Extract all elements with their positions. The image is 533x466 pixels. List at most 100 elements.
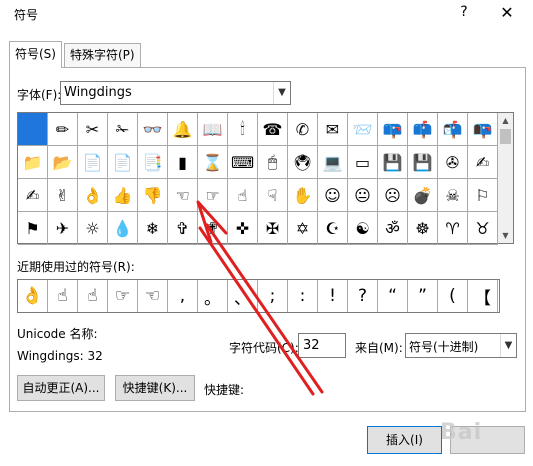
chevron-down-icon[interactable]: ▼ [273,82,290,104]
symbol-cell[interactable]: 📄 [78,146,108,179]
symbol-cell[interactable]: ✍ [18,179,48,212]
symbol-cell[interactable]: ✆ [288,113,318,146]
symbol-cell[interactable]: 📪 [378,113,408,146]
symbol-cell[interactable]: 📬 [438,113,468,146]
symbol-cell[interactable]: ॐ [378,212,408,245]
watermark-logo: Bai [440,420,483,445]
symbol-cell[interactable]: ✂ [78,113,108,146]
symbol-cell[interactable]: 💣 [408,179,438,212]
symbol-cell[interactable]: 📑 [138,146,168,179]
symbol-cell[interactable]: 📨 [348,113,378,146]
symbol-cell[interactable]: ☺ [318,179,348,212]
symbol-cell[interactable]: 💾 [408,146,438,179]
font-select[interactable]: Wingdings ▼ [60,81,291,105]
symbol-cell[interactable]: 📭 [468,113,498,146]
symbol-cell[interactable]: ❄ [138,212,168,245]
symbol-cell[interactable]: ♈ [438,212,468,245]
symbol-cell[interactable]: ♉ [468,212,498,245]
symbol-cell[interactable]: ☯ [348,212,378,245]
symbol-cell[interactable]: 💾 [378,146,408,179]
symbol-cell[interactable]: 🔔 [168,113,198,146]
from-select[interactable]: 符号(十进制) ▼ [405,333,517,358]
tab-special-characters[interactable]: 特殊字符(P) [64,43,141,67]
recent-symbol-cell[interactable]: ? [348,280,378,312]
symbol-cell[interactable]: ✈ [48,212,78,245]
symbol-cell[interactable]: 👎 [138,179,168,212]
symbol-cell[interactable]: ☞ [198,179,228,212]
symbol-cell[interactable]: ☪ [318,212,348,245]
symbol-grid-scrollbar[interactable]: ▲ ▼ [498,112,514,244]
close-button[interactable]: ✕ [496,3,518,25]
symbol-cell[interactable]: ☼ [78,212,108,245]
recent-symbol-cell[interactable]: “ [378,280,408,312]
symbol-cell[interactable]: 💻 [318,146,348,179]
recent-symbol-cell[interactable]: ; [258,280,288,312]
recent-symbol-cell[interactable]: ☞ [108,280,138,312]
symbol-cell[interactable]: 👓 [138,113,168,146]
recent-symbol-cell[interactable]: 。 [198,280,228,312]
recent-symbol-cell[interactable]: ( [438,280,468,312]
symbol-cell[interactable]: ☎ [258,113,288,146]
scroll-thumb[interactable] [500,129,511,144]
symbol-cell[interactable]: ✠ [258,212,288,245]
symbol-cell[interactable]: ☟ [258,179,288,212]
symbol-cell[interactable]: ⚐ [468,179,498,212]
symbol-cell[interactable]: ⚑ [18,212,48,245]
symbol-cell[interactable]: ✜ [228,212,258,245]
chevron-down-icon[interactable]: ▼ [500,334,516,357]
symbol-cell[interactable]: 📁 [18,146,48,179]
font-label: 字体(F): [17,88,62,102]
symbol-cell[interactable]: ▭ [348,146,378,179]
symbol-cell[interactable]: ⌨ [228,146,258,179]
tab-symbols[interactable]: 符号(S) [9,41,62,68]
symbol-cell[interactable] [18,113,48,146]
autocorrect-button[interactable]: 自动更正(A)... [17,375,105,401]
symbol-cell[interactable]: ☸ [408,212,438,245]
recent-symbol-cell[interactable]: ☝ [48,280,78,312]
char-code-input[interactable]: 32 [298,333,346,358]
symbol-cell[interactable]: 🕯 [228,113,258,146]
recent-symbol-cell[interactable]: ☜ [138,280,168,312]
symbol-cell[interactable]: ✡ [288,212,318,245]
symbol-cell[interactable]: 📫 [408,113,438,146]
shortcut-key-button[interactable]: 快捷键(K)... [115,375,195,401]
recent-symbol-cell[interactable]: 、 [228,280,258,312]
symbol-cell[interactable]: ✏ [48,113,78,146]
scroll-down-icon[interactable]: ▼ [498,228,513,243]
symbol-cell[interactable]: ☹ [378,179,408,212]
symbol-cell[interactable]: ✍ [468,146,498,179]
symbol-cell[interactable]: ✇ [438,146,468,179]
scroll-up-icon[interactable]: ▲ [498,113,513,128]
symbol-cell[interactable]: 👍 [108,179,138,212]
symbol-cell[interactable]: 📂 [48,146,78,179]
symbol-cell[interactable]: 🖱 [258,146,288,179]
recent-symbol-cell[interactable]: , [168,280,198,312]
recent-symbol-cell[interactable]: ☝ [78,280,108,312]
symbol-cell[interactable]: ☠ [438,179,468,212]
symbol-cell[interactable]: ✟ [198,212,228,245]
recent-symbols-list[interactable]: 👌 ☝ ☝ ☞ ☜,。、;:!? “”(【 [17,279,500,313]
symbol-cell[interactable]: ☜ [168,179,198,212]
symbol-cell[interactable]: 📖 [198,113,228,146]
symbol-cell[interactable]: 📄 [108,146,138,179]
symbol-cell[interactable]: ✁ [108,113,138,146]
symbol-cell[interactable]: ✞ [168,212,198,245]
symbol-cell[interactable]: ✉ [318,113,348,146]
symbol-cell[interactable]: ✋ [288,179,318,212]
recent-symbol-cell[interactable]: 👌 [18,280,48,312]
symbol-grid[interactable]: ✏ ✂ ✁ 👓 🔔 📖 🕯 ☎ ✆ ✉ 📨 📪 📫 📬 📭 📁 📂 📄 📄 📑 ▮ ⌛ ⌨ 🖱 🖲 💻 ▭ 💾 💾 ✇ ✍ ✍ ✌ 👌 👍 👎 ☜ ☞ ☝ ☟… [17,112,498,245]
recent-symbol-cell[interactable]: ! [318,280,348,312]
symbol-cell[interactable]: ▮ [168,146,198,179]
help-button[interactable]: ? [455,4,473,24]
insert-button[interactable]: 插入(I) [367,426,442,454]
symbol-cell[interactable]: ✌ [48,179,78,212]
symbol-cell[interactable]: ☝ [228,179,258,212]
symbol-cell[interactable]: ⌛ [198,146,228,179]
recent-symbol-cell[interactable]: 【 [468,280,498,312]
symbol-cell[interactable]: 🖲 [288,146,318,179]
symbol-cell[interactable]: 😐 [348,179,378,212]
symbol-cell[interactable]: 👌 [78,179,108,212]
symbol-cell[interactable]: 💧 [108,212,138,245]
recent-symbol-cell[interactable]: ” [408,280,438,312]
recent-symbol-cell[interactable]: : [288,280,318,312]
